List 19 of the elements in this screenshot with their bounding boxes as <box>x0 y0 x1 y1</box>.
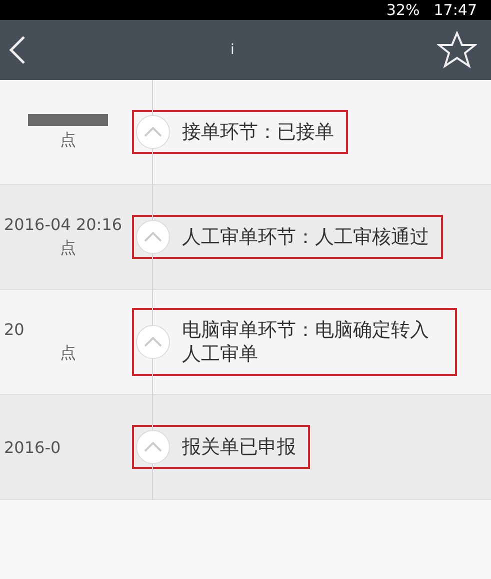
event-time-suffix: 点 <box>60 130 76 150</box>
back-icon[interactable] <box>8 35 28 65</box>
event-time-suffix: 点 <box>60 238 76 259</box>
event-time: 2016-04 20:16 <box>3 215 122 234</box>
clock: 17:47 <box>434 1 477 19</box>
chevron-up-icon[interactable] <box>136 115 170 149</box>
chevron-up-icon[interactable] <box>136 325 170 359</box>
chevron-up-icon[interactable] <box>136 220 170 254</box>
event-time-suffix: 点 <box>60 343 76 364</box>
event-label: 电脑审单环节：电脑确定转入人工审单 <box>132 308 457 376</box>
star-icon[interactable] <box>436 31 477 69</box>
event-time: 2016-0 <box>3 438 61 456</box>
event-time: 20 <box>3 320 24 339</box>
chevron-up-icon[interactable] <box>136 430 170 464</box>
event-label: 接单环节：已接单 <box>132 110 348 154</box>
event-label: 人工审单环节：人工审核通过 <box>132 215 443 259</box>
battery-level: 32% <box>386 1 420 19</box>
header-title: i <box>230 42 234 58</box>
event-label: 报关单已申报 <box>132 425 310 469</box>
